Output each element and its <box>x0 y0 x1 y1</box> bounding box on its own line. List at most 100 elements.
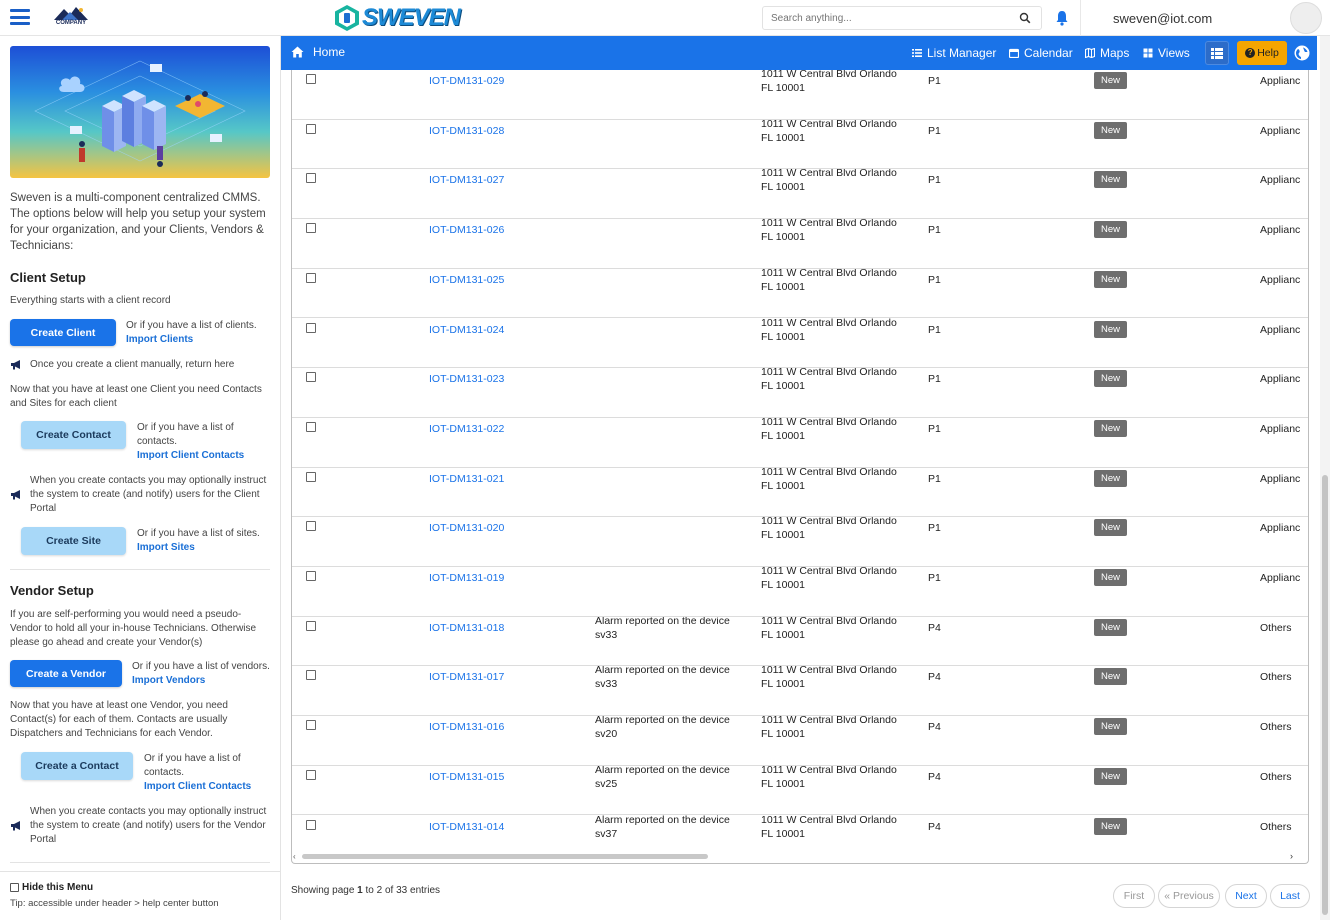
work-order-priority: P1 <box>928 422 941 435</box>
row-checkbox[interactable] <box>306 372 316 383</box>
row-checkbox[interactable] <box>306 223 316 234</box>
work-order-id-link[interactable]: IOT-DM131-027 <box>429 173 504 187</box>
work-order-id-link[interactable]: IOT-DM131-019 <box>429 571 504 585</box>
row-checkbox[interactable] <box>306 670 316 681</box>
table-row[interactable]: IOT-DM131-016 Alarm reported on the devic… <box>292 714 1308 766</box>
work-order-id-link[interactable]: IOT-DM131-024 <box>429 323 504 337</box>
table-row[interactable]: IOT-DM131-019 1011 W Central Blvd Orlando… <box>292 565 1308 617</box>
create-contact-button[interactable]: Create Contact <box>21 421 126 449</box>
notification-bell-icon[interactable] <box>1055 10 1069 26</box>
work-order-id-link[interactable]: IOT-DM131-017 <box>429 670 504 684</box>
import-vendor-contacts-hint: Or if you have a list of contacts. Impor… <box>144 752 269 794</box>
table-view-button[interactable] <box>1205 41 1229 65</box>
work-order-id-link[interactable]: IOT-DM131-014 <box>429 820 504 834</box>
status-badge: New <box>1094 72 1128 89</box>
work-order-address: 1011 W Central Blvd Orlando FL 10001 <box>761 415 897 442</box>
hamburger-menu-icon[interactable] <box>10 9 30 25</box>
import-vendor-contacts-link[interactable]: Import Client Contacts <box>144 780 269 794</box>
user-email[interactable]: sweven@iot.com <box>1113 11 1212 26</box>
nav-calendar[interactable]: Calendar <box>1009 46 1073 60</box>
search-input[interactable] <box>763 7 1003 29</box>
table-row[interactable]: IOT-DM131-026 1011 W Central Blvd Orlando… <box>292 217 1308 269</box>
main-navbar: Home List Manager Calendar Maps Views ? … <box>281 36 1317 70</box>
pager-next-button[interactable]: Next <box>1225 884 1267 908</box>
table-row[interactable]: IOT-DM131-023 1011 W Central Blvd Orlando… <box>292 366 1308 418</box>
table-row[interactable]: IOT-DM131-025 1011 W Central Blvd Orlando… <box>292 267 1308 319</box>
row-checkbox[interactable] <box>306 421 316 432</box>
import-clients-link[interactable]: Import Clients <box>126 333 271 347</box>
import-client-contacts-link[interactable]: Import Client Contacts <box>137 449 267 463</box>
work-order-address: 1011 W Central Blvd Orlando FL 10001 <box>761 167 897 194</box>
work-order-id-link[interactable]: IOT-DM131-028 <box>429 124 504 138</box>
work-order-address: 1011 W Central Blvd Orlando FL 10001 <box>761 465 897 492</box>
table-row[interactable]: IOT-DM131-024 1011 W Central Blvd Orlando… <box>292 317 1308 369</box>
scroll-left-arrow-icon[interactable]: ‹ <box>293 852 296 861</box>
pager-last-button[interactable]: Last <box>1270 884 1310 908</box>
table-row[interactable]: IOT-DM131-029 1011 W Central Blvd Orlando… <box>292 70 1308 120</box>
nav-maps-label: Maps <box>1100 46 1130 60</box>
row-checkbox[interactable] <box>306 173 316 184</box>
sidebar-intro: Sweven is a multi-component centralized … <box>10 192 266 252</box>
table-row[interactable]: IOT-DM131-020 1011 W Central Blvd Orlando… <box>292 515 1308 567</box>
table-row[interactable]: IOT-DM131-017 Alarm reported on the devic… <box>292 664 1308 717</box>
create-vendor-button[interactable]: Create a Vendor <box>10 660 122 687</box>
row-checkbox[interactable] <box>306 123 316 134</box>
horizontal-scrollbar[interactable] <box>302 854 708 859</box>
nav-list-manager[interactable]: List Manager <box>912 46 996 60</box>
top-header: COMPANY SWEVEN sweven@iot.com <box>0 0 1330 36</box>
pager-previous-button[interactable]: « Previous <box>1158 884 1220 908</box>
row-checkbox[interactable] <box>306 819 316 830</box>
row-checkbox[interactable] <box>306 322 316 333</box>
work-order-id-link[interactable]: IOT-DM131-022 <box>429 422 504 436</box>
pagination-info: Showing page 1 to 2 of 33 entries <box>291 885 440 896</box>
work-order-id-link[interactable]: IOT-DM131-023 <box>429 372 504 386</box>
work-order-id-link[interactable]: IOT-DM131-020 <box>429 521 504 535</box>
row-checkbox[interactable] <box>306 769 316 780</box>
company-logo[interactable]: COMPANY <box>52 6 90 28</box>
globe-icon[interactable] <box>1294 45 1310 61</box>
row-checkbox[interactable] <box>306 720 316 731</box>
user-avatar[interactable] <box>1290 2 1322 34</box>
work-order-priority: P1 <box>928 572 941 584</box>
work-order-id-link[interactable]: IOT-DM131-025 <box>429 273 504 287</box>
table-row[interactable]: IOT-DM131-022 1011 W Central Blvd Orlando… <box>292 415 1308 468</box>
work-order-address: 1011 W Central Blvd Orlando FL 10001 <box>761 714 897 741</box>
table-row[interactable]: IOT-DM131-027 1011 W Central Blvd Orlando… <box>292 167 1308 220</box>
hide-menu-checkbox[interactable] <box>10 883 19 892</box>
row-checkbox[interactable] <box>306 521 316 532</box>
section-divider <box>10 862 270 863</box>
work-order-id-link[interactable]: IOT-DM131-021 <box>429 472 504 486</box>
import-vendors-link[interactable]: Import Vendors <box>132 674 272 688</box>
nav-views[interactable]: Views <box>1143 46 1190 60</box>
hide-menu-toggle[interactable]: Hide this Menu <box>10 882 93 893</box>
work-order-id-link[interactable]: IOT-DM131-029 <box>429 74 504 88</box>
row-checkbox[interactable] <box>306 74 316 84</box>
work-order-id-link[interactable]: IOT-DM131-016 <box>429 720 504 734</box>
help-button[interactable]: ? Help <box>1237 41 1287 65</box>
work-order-id-link[interactable]: IOT-DM131-018 <box>429 621 504 635</box>
work-order-id-link[interactable]: IOT-DM131-015 <box>429 770 504 784</box>
row-checkbox[interactable] <box>306 571 316 581</box>
table-row[interactable]: IOT-DM131-015 Alarm reported on the devic… <box>292 763 1308 816</box>
table-row[interactable]: IOT-DM131-018 Alarm reported on the devic… <box>292 615 1308 667</box>
import-sites-link[interactable]: Import Sites <box>137 541 269 555</box>
row-checkbox[interactable] <box>306 471 316 482</box>
row-checkbox[interactable] <box>306 272 316 283</box>
table-row[interactable]: IOT-DM131-028 1011 W Central Blvd Orlando… <box>292 118 1308 170</box>
page-vertical-scrollbar-thumb[interactable] <box>1322 475 1328 915</box>
table-row[interactable]: IOT-DM131-021 1011 W Central Blvd Orlando… <box>292 465 1308 518</box>
nav-home[interactable]: Home <box>291 45 345 59</box>
create-client-button[interactable]: Create Client <box>10 319 116 346</box>
brand-logo[interactable]: SWEVEN <box>334 3 461 33</box>
client-return-note: Once you create a client manually, retur… <box>30 359 235 370</box>
scroll-right-arrow-icon[interactable]: › <box>1290 851 1293 861</box>
nav-maps[interactable]: Maps <box>1085 46 1129 60</box>
work-order-address: 1011 W Central Blvd Orlando FL 10001 <box>761 763 897 790</box>
row-checkbox[interactable] <box>306 620 316 631</box>
vendor-contacts-note: Now that you have at least one Vendor, y… <box>10 700 228 739</box>
create-site-button[interactable]: Create Site <box>21 527 126 555</box>
work-order-id-link[interactable]: IOT-DM131-026 <box>429 223 504 237</box>
pager-first-button[interactable]: First <box>1113 884 1155 908</box>
create-vendor-contact-button[interactable]: Create a Contact <box>21 752 133 780</box>
search-icon[interactable] <box>1019 12 1031 24</box>
